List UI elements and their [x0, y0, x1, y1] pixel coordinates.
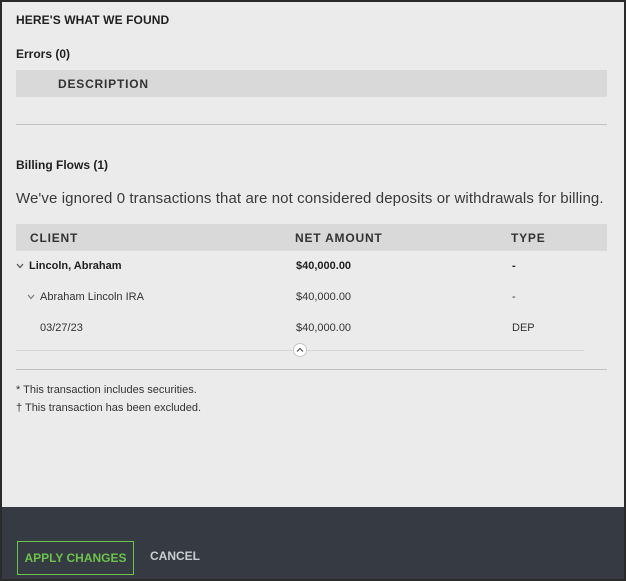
column-header-client: CLIENT [30, 231, 79, 245]
billing-table-header: CLIENT NET AMOUNT TYPE [16, 224, 607, 251]
errors-table-header: DESCRIPTION [16, 70, 607, 97]
account-type: - [512, 291, 516, 303]
column-header-net-amount: NET AMOUNT [295, 231, 383, 245]
transaction-row: 03/27/23 $40,000.00 DEP [16, 314, 607, 344]
client-name: Lincoln, Abraham [29, 260, 122, 272]
review-dialog: HERE'S WHAT WE FOUND Errors (0) DESCRIPT… [0, 0, 626, 581]
dialog-footer: APPLY CHANGES CANCEL [2, 507, 624, 579]
collapse-button[interactable] [293, 343, 307, 357]
account-net-amount: $40,000.00 [296, 291, 352, 303]
apply-changes-button[interactable]: APPLY CHANGES [17, 541, 134, 575]
transaction-net-amount: $40,000.00 [296, 322, 352, 334]
chevron-down-icon[interactable] [27, 292, 35, 302]
client-net-amount: $40,000.00 [296, 260, 352, 272]
chevron-down-icon[interactable] [16, 261, 24, 271]
column-header-type: TYPE [511, 231, 546, 245]
footnote-excluded: † This transaction has been excluded. [16, 402, 202, 414]
transaction-type: DEP [512, 322, 535, 334]
errors-title: Errors (0) [16, 47, 71, 61]
transaction-date: 03/27/23 [40, 322, 83, 334]
account-name: Abraham Lincoln IRA [40, 291, 144, 303]
column-header-description: DESCRIPTION [58, 77, 149, 91]
client-type: - [512, 260, 516, 272]
ignored-transactions-info: We've ignored 0 transactions that are no… [16, 190, 604, 207]
cancel-button[interactable]: CANCEL [150, 549, 200, 563]
client-row[interactable]: Lincoln, Abraham $40,000.00 - [16, 252, 607, 282]
chevron-up-icon [296, 347, 304, 352]
dialog-heading: HERE'S WHAT WE FOUND [16, 13, 170, 27]
footnote-securities: * This transaction includes securities. [16, 384, 197, 396]
billing-flows-title: Billing Flows (1) [16, 158, 108, 172]
account-row[interactable]: Abraham Lincoln IRA $40,000.00 - [16, 283, 607, 313]
dialog-content: HERE'S WHAT WE FOUND Errors (0) DESCRIPT… [2, 2, 624, 507]
footnotes-divider [16, 369, 607, 370]
section-divider [16, 124, 607, 125]
